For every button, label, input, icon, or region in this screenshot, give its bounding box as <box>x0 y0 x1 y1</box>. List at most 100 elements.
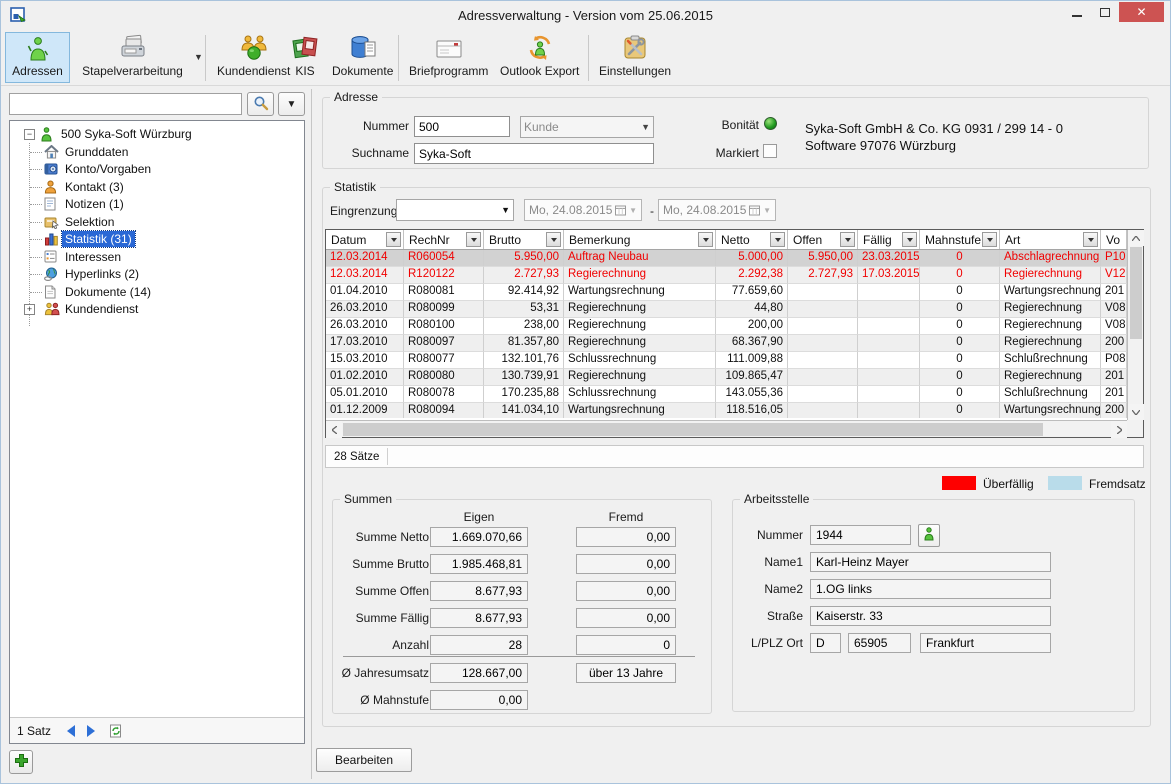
refresh-icon[interactable] <box>109 724 123 738</box>
column-filter-icon[interactable] <box>386 232 401 247</box>
column-filter-icon[interactable] <box>1083 232 1098 247</box>
arbeitsstelle-nummer-input[interactable] <box>810 525 911 545</box>
land-input[interactable] <box>810 633 841 653</box>
invoice-row[interactable]: 01.02.2010R080080130.739,91Regierechnung… <box>326 369 1127 386</box>
invoice-row[interactable]: 05.01.2010R080078170.235,88Schlussrechnu… <box>326 386 1127 403</box>
invoice-cell: 200,00 <box>716 318 788 335</box>
scroll-right-icon[interactable] <box>1111 421 1127 438</box>
add-record-button[interactable] <box>9 750 33 774</box>
previous-record-icon[interactable] <box>67 725 75 737</box>
column-filter-icon[interactable] <box>982 232 997 247</box>
tree-collapse-icon[interactable]: − <box>24 129 35 140</box>
goto-contact-button[interactable] <box>918 524 940 547</box>
toolbar-button-briefprogramm[interactable]: Briefprogramm <box>402 32 495 83</box>
toolbar-button-label: KIS <box>295 64 314 78</box>
adressart-select[interactable]: Kunde▼ <box>520 116 654 138</box>
column-header-label: Bemerkung <box>569 233 630 247</box>
legend-foreign-label: Fremdsatz <box>1089 477 1146 491</box>
column-filter-icon[interactable] <box>770 232 785 247</box>
maximize-button[interactable] <box>1091 2 1119 22</box>
nummer-input[interactable] <box>414 116 510 137</box>
column-header-offen[interactable]: Offen <box>788 230 858 249</box>
name1-input[interactable] <box>810 552 1051 572</box>
column-header-datum[interactable]: Datum <box>326 230 404 249</box>
summen-eigen-value <box>430 663 528 683</box>
ort-input[interactable] <box>920 633 1051 653</box>
tree-item-hyperlinks-2[interactable]: Hyperlinks (2) <box>10 266 304 283</box>
name2-input[interactable] <box>810 579 1051 599</box>
tree-item-kundendienst[interactable]: +Kundendienst <box>10 301 304 318</box>
plz-input[interactable] <box>848 633 911 653</box>
column-header-rechnr[interactable]: RechNr <box>404 230 484 249</box>
invoice-cell: R080078 <box>404 386 484 403</box>
tree-item-konto-vorgaben[interactable]: Konto/Vorgaben <box>10 161 304 178</box>
toolbar-button-einstellungen[interactable]: Einstellungen <box>592 32 678 83</box>
tree-item-label: Statistik (31) <box>62 231 135 247</box>
column-header-bemerkung[interactable]: Bemerkung <box>564 230 716 249</box>
summen-eigen-value <box>430 554 528 574</box>
date-to-picker[interactable]: Mo, 24.08.2015 ▼ <box>658 199 776 221</box>
invoice-row[interactable]: 15.03.2010R080077132.101,76Schlussrechnu… <box>326 352 1127 369</box>
invoice-cell: Abschlagrechnung <box>1000 250 1101 267</box>
invoice-row[interactable]: 01.12.2009R080094141.034,10Wartungsrechn… <box>326 403 1127 418</box>
vertical-scroll-thumb[interactable] <box>1130 247 1142 339</box>
column-filter-icon[interactable] <box>698 232 713 247</box>
bearbeiten-button[interactable]: Bearbeiten <box>316 748 412 772</box>
search-input[interactable] <box>9 93 242 115</box>
tree-item-interessen[interactable]: Interessen <box>10 249 304 266</box>
invoice-cell: Regierechnung <box>564 267 716 284</box>
horizontal-scrollbar[interactable] <box>326 420 1127 437</box>
toolbar-button-outlook-export[interactable]: Outlook Export <box>493 32 586 83</box>
column-header-art[interactable]: Art <box>1000 230 1101 249</box>
markiert-checkbox[interactable] <box>763 144 777 158</box>
toolbar-button-adressen[interactable]: Adressen <box>5 32 70 83</box>
date-from-picker[interactable]: Mo, 24.08.2015 ▼ <box>524 199 642 221</box>
title-bar: Adressverwaltung - Version vom 25.06.201… <box>1 1 1170 30</box>
close-button[interactable]: ✕ <box>1119 2 1164 22</box>
tree-item-grunddaten[interactable]: Grunddaten <box>10 144 304 161</box>
toolbar-button-stapelverarbeitung[interactable]: Stapelverarbeitung <box>73 32 192 83</box>
summen-eigen-value <box>430 581 528 601</box>
tree-item-500-syka-soft-w-rzburg[interactable]: −500 Syka-Soft Würzburg <box>10 126 304 143</box>
column-filter-icon[interactable] <box>902 232 917 247</box>
tree-item-notizen-1[interactable]: Notizen (1) <box>10 196 304 213</box>
search-options-button[interactable]: ▼ <box>278 92 305 116</box>
horizontal-scroll-thumb[interactable] <box>343 423 1043 436</box>
tree-item-statistik-31[interactable]: Statistik (31) <box>10 231 304 248</box>
column-filter-icon[interactable] <box>840 232 855 247</box>
column-header-fllig[interactable]: Fällig <box>858 230 920 249</box>
eingrenzung-select[interactable]: ▼ <box>396 199 514 221</box>
column-filter-icon[interactable] <box>546 232 561 247</box>
search-button[interactable] <box>247 92 274 116</box>
tree-item-kontakt-3[interactable]: Kontakt (3) <box>10 179 304 196</box>
tree-expand-icon[interactable]: + <box>24 304 35 315</box>
invoice-row[interactable]: 17.03.2010R08009781.357,80Regierechnung6… <box>326 335 1127 352</box>
invoice-row[interactable]: 26.03.2010R08009953,31Regierechnung44,80… <box>326 301 1127 318</box>
toolbar-button-kis[interactable]: KIS <box>285 32 325 83</box>
column-header-brutto[interactable]: Brutto <box>484 230 564 249</box>
column-header-mahnstufe[interactable]: Mahnstufe <box>920 230 1000 249</box>
vertical-scrollbar[interactable] <box>1127 230 1143 420</box>
nummer-label: Nummer <box>351 119 409 133</box>
invoice-row[interactable]: 26.03.2010R080100238,00Regierechnung200,… <box>326 318 1127 335</box>
column-header-vo[interactable]: Vo <box>1101 230 1127 249</box>
strasse-input[interactable] <box>810 606 1051 626</box>
toolbar-separator <box>205 35 206 81</box>
stapel-dropdown-icon[interactable]: ▼ <box>194 52 204 62</box>
tree-item-dokumente-14[interactable]: Dokumente (14) <box>10 284 304 301</box>
invoice-cell: Wartungsrechnung <box>564 403 716 418</box>
scroll-left-icon[interactable] <box>326 421 342 438</box>
next-record-icon[interactable] <box>87 725 95 737</box>
toolbar-button-dokumente[interactable]: Dokumente <box>325 32 400 83</box>
scroll-up-icon[interactable] <box>1128 230 1144 246</box>
scroll-down-icon[interactable] <box>1128 404 1144 420</box>
tree-item-selektion[interactable]: Selektion <box>10 214 304 231</box>
minimize-button[interactable] <box>1063 2 1091 22</box>
invoice-row[interactable]: 12.03.2014R0600545.950,00Auftrag Neubau5… <box>326 250 1127 267</box>
address-info-line1: Syka-Soft GmbH & Co. KG 0931 / 299 14 - … <box>805 121 1063 136</box>
invoice-row[interactable]: 12.03.2014R1201222.727,93Regierechnung2.… <box>326 267 1127 284</box>
column-header-netto[interactable]: Netto <box>716 230 788 249</box>
invoice-row[interactable]: 01.04.2010R08008192.414,92Wartungsrechnu… <box>326 284 1127 301</box>
column-filter-icon[interactable] <box>466 232 481 247</box>
suchname-input[interactable] <box>414 143 654 164</box>
